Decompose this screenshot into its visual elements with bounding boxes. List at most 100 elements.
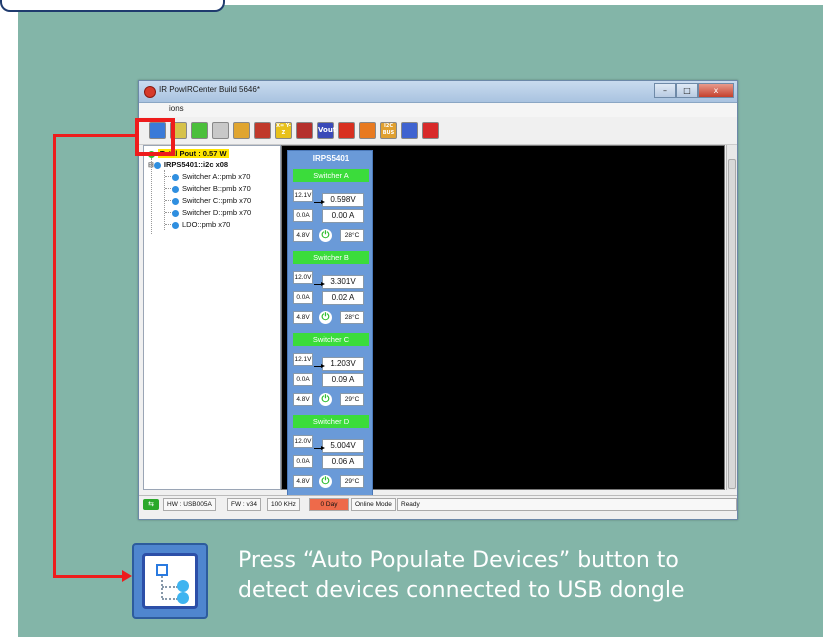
device-tree: Total Pout : 0.57 W ⊟ IRPS5401::i2c x08 S… <box>143 145 281 490</box>
child-node-icon <box>177 592 189 604</box>
i2c-bus-button[interactable]: I2C BUS <box>380 122 397 139</box>
highlight-box <box>135 118 175 156</box>
switcher-header[interactable]: Switcher D <box>293 415 369 428</box>
tree-item-switcher-d[interactable]: Switcher D::pmb x70 <box>172 208 251 217</box>
status-fw: FW : v34 <box>227 498 262 511</box>
connector-bottom <box>53 575 123 578</box>
window-controls: – □ x <box>654 83 734 98</box>
iout-value: 0.09 A <box>322 373 364 387</box>
connector-vertical <box>53 134 56 578</box>
iin-value: 0.0A <box>293 373 313 386</box>
auto-populate-icon <box>132 543 208 619</box>
vaux-value: 4.8V <box>293 475 313 488</box>
iin-value: 0.0A <box>293 209 313 222</box>
logo-corner <box>0 0 225 12</box>
arrow-icon <box>314 364 325 368</box>
temp-value: 28°C <box>340 311 364 324</box>
arrow-icon <box>314 282 325 286</box>
tree-item-switcher-a[interactable]: Switcher A::pmb x70 <box>172 172 250 181</box>
power-icon[interactable]: ⏻ <box>319 311 332 324</box>
maximize-button[interactable]: □ <box>676 83 698 98</box>
vaux-value: 4.8V <box>293 393 313 406</box>
tree-item-ldo[interactable]: LDO::pmb x70 <box>172 220 230 229</box>
tree-item-device[interactable]: ⊟ IRPS5401::i2c x08 <box>148 160 228 169</box>
tree-item-switcher-c[interactable]: Switcher C::pmb x70 <box>172 196 251 205</box>
minimize-button[interactable]: – <box>654 83 676 98</box>
menu-item-options[interactable]: ions <box>169 104 184 113</box>
select-area-button[interactable] <box>191 122 208 139</box>
caption-line-1: Press “Auto Populate Devices” button to <box>238 548 679 573</box>
device-card-title: IRPS5401 <box>312 154 350 163</box>
title-bar: IR PowIRCenter Build 5646* – □ x <box>139 81 737 103</box>
vin-value: 12.0V <box>293 435 313 448</box>
tree-item-label: Switcher B::pmb x70 <box>182 184 251 193</box>
iout-value: 0.00 A <box>322 209 364 223</box>
node-dot-icon <box>172 197 179 205</box>
alert-button[interactable] <box>338 122 355 139</box>
chart-button[interactable] <box>296 122 313 139</box>
temp-value: 28°C <box>340 229 364 242</box>
status-hw: HW : USB005A <box>163 498 216 511</box>
temp-value: 29°C <box>340 393 364 406</box>
root-node-icon <box>156 564 168 576</box>
power-icon[interactable]: ⏻ <box>319 475 332 488</box>
fire-button[interactable] <box>359 122 376 139</box>
caption-line-2: detect devices connected to USB dongle <box>238 578 685 603</box>
vout-value: 3.301V <box>322 275 364 289</box>
switcher-header[interactable]: Switcher B <box>293 251 369 264</box>
tree-item-label: Switcher C::pmb x70 <box>182 196 252 205</box>
iin-value: 0.0A <box>293 291 313 304</box>
usb-icon: ⇆ <box>143 499 159 510</box>
tree-item-label: Switcher D::pmb x70 <box>182 208 252 217</box>
arrow-icon <box>314 446 325 450</box>
status-state: Ready <box>397 498 737 511</box>
node-dot-icon <box>172 209 179 217</box>
device-panel: IRPS5401 Switcher A 12.1V 0.598V 0.0A 0.00 A… <box>281 145 725 497</box>
tree-item-switcher-b[interactable]: Switcher B::pmb x70 <box>172 184 251 193</box>
switcher-header[interactable]: Switcher A <box>293 169 369 182</box>
menu-bar: ions <box>139 103 737 117</box>
vout-value: 5.004V <box>322 439 364 453</box>
collapse-icon[interactable]: ⊟ <box>148 162 154 169</box>
equation-button[interactable]: X= Y-Z <box>275 122 292 139</box>
save-button[interactable] <box>254 122 271 139</box>
temp-value: 29°C <box>340 475 364 488</box>
pmbus-button[interactable] <box>401 122 418 139</box>
status-freq: 100 KHz <box>267 498 300 511</box>
vout-value: 1.203V <box>322 357 364 371</box>
power-icon[interactable]: ⏻ <box>319 229 332 242</box>
vin-value: 12.0V <box>293 271 313 284</box>
open-folder-button[interactable] <box>233 122 250 139</box>
tree-connector <box>151 158 152 234</box>
tree-device-label: IRPS5401::i2c x08 <box>163 160 229 169</box>
app-icon <box>144 86 156 98</box>
node-dot-icon <box>172 185 179 193</box>
help-button[interactable] <box>422 122 439 139</box>
status-bar: ⇆ HW : USB005A FW : v34 100 KHz 0 Day On… <box>139 495 737 513</box>
tree-line-icon <box>162 586 178 588</box>
iout-value: 0.06 A <box>322 455 364 469</box>
status-mode: Online Mode <box>351 498 396 511</box>
vertical-scrollbar[interactable] <box>726 145 737 490</box>
iout-value: 0.02 A <box>322 291 364 305</box>
app-window: IR PowIRCenter Build 5646* – □ x ions X=… <box>138 80 738 520</box>
close-button[interactable]: x <box>698 83 734 98</box>
switcher-header[interactable]: Switcher C <box>293 333 369 346</box>
arrow-icon <box>314 200 325 204</box>
tree-item-label: LDO::pmb x70 <box>182 220 231 229</box>
arrowhead-icon <box>122 570 132 582</box>
node-dot-icon <box>172 173 179 181</box>
window-title: IR PowIRCenter Build 5646* <box>159 85 260 94</box>
vin-value: 12.1V <box>293 189 313 202</box>
caption: Press “Auto Populate Devices” button to … <box>238 546 818 606</box>
power-icon[interactable]: ⏻ <box>319 393 332 406</box>
vaux-value: 4.8V <box>293 229 313 242</box>
child-node-icon <box>177 580 189 592</box>
auto-populate-icon-face <box>142 553 198 609</box>
vout-button[interactable]: Vout <box>317 122 336 139</box>
new-file-button[interactable] <box>212 122 229 139</box>
device-dot-icon <box>153 161 161 169</box>
scroll-thumb[interactable] <box>728 159 736 489</box>
connector-top <box>53 134 137 137</box>
vout-value: 0.598V <box>322 193 364 207</box>
